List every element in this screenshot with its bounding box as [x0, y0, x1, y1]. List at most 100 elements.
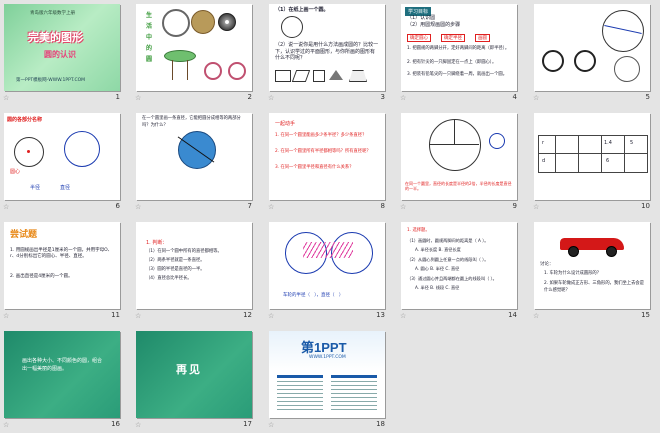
caption-part-b: ），直径（	[314, 293, 335, 298]
slide-17-star-icon[interactable]: ☆	[135, 421, 141, 429]
slide-thumb-9[interactable]: 在同一个圆里，直径的长度是半径的2倍，半径的长度是直径的一半。 ☆ 9	[397, 109, 527, 215]
slide-10-row-d: d	[542, 158, 546, 164]
shape-rect	[275, 70, 291, 82]
slide-2-number: 2	[247, 93, 252, 101]
slide-thumb-8[interactable]: 一起动手 1. 在同一个圆里能画多少条半径？多少条直径？ 2. 在同一个圆里所有…	[265, 109, 395, 215]
shape-square	[313, 70, 325, 82]
slide-18-canvas: 第1PPT WWW.1PPT.COM	[269, 331, 385, 418]
slide-5-star-icon[interactable]: ☆	[533, 94, 539, 102]
slide-7-line1: 在一个圆里画一条直径，它能把圆分成相等的两部分吗？为什么？	[142, 116, 241, 128]
slide-15-item-2: 2. 如果车轮做成正方形、三角形的，我们坐上去会是什么感觉呢？	[544, 281, 644, 293]
slide-7-star-icon[interactable]: ☆	[135, 203, 141, 211]
slide-11-star-icon[interactable]: ☆	[3, 312, 9, 320]
slide-10-number: 10	[641, 202, 650, 210]
slide-14-item-5: A. 圆心 B. 半径 C. 直径	[415, 266, 460, 271]
slide-17-text: 再见	[176, 363, 202, 376]
slide-9-canvas: 在同一个圆里，直径的长度是半径的2倍，半径的长度是直径的一半。	[401, 113, 517, 200]
slide-4-canvas: 学习目标 （1）认识圆 （2）用圆规画圆的步骤 确定圆心 确定半径 画圆 1. …	[401, 4, 517, 91]
slide-thumb-6[interactable]: 圆的各部分名称 圆心 半径 直径 ☆ 6	[0, 109, 130, 215]
slide-6-label-diameter: 直径	[60, 185, 71, 191]
slide-10-cell-1: 1.4	[604, 140, 612, 146]
slide-18-brand: 第1PPT	[301, 340, 347, 355]
slide-thumb-1[interactable]: 青岛版六年级数学上册 完美的图形 圆的认识 第一PPT模板网-WWW.1PPT.…	[0, 0, 130, 106]
slide-6-circle-2	[64, 131, 100, 167]
slide-thumb-7[interactable]: 在一个圆里画一条直径，它能把圆分成相等的两部分吗？为什么？ ☆ 7	[132, 109, 262, 215]
slide-12-item-2: （1）在同一个圆中所有的直径都相等。	[146, 249, 222, 254]
slide-18-bar-1	[277, 375, 323, 378]
slide-2-canvas: 生活中的圆	[136, 4, 252, 91]
slide-12-item-4: （3）圆的半径是直径的一半。	[146, 267, 205, 272]
car-wheel-front	[568, 246, 579, 257]
slide-6-star-icon[interactable]: ☆	[3, 203, 9, 211]
slide-12-item-1: 1. 判断：	[146, 240, 168, 246]
slide-18-number: 18	[376, 420, 385, 428]
slide-9-small-circle	[489, 133, 505, 149]
slide-8-item-1: 1. 在同一个圆里能画多少条半径？多少条直径？	[275, 133, 367, 138]
slide-15-star-icon[interactable]: ☆	[533, 312, 539, 320]
slide-16-text: 画出各种大小、不同颜色的圆，组合出一幅美丽的图画。	[22, 358, 103, 372]
slide-6-canvas: 圆的各部分名称 圆心 半径 直径	[4, 113, 120, 200]
slide-14-number: 14	[508, 311, 517, 319]
slide-14-canvas: 1. 选择题。 （1）画圆时，圆规两脚间的距离是（ A ）。 A. 半径长度 B…	[401, 222, 517, 309]
slide-16-star-icon[interactable]: ☆	[3, 421, 9, 429]
slide-12-star-icon[interactable]: ☆	[135, 312, 141, 320]
slide-11-item-1: 1. 用圆规画出半径是1厘米的一个圆，并用字母O、r、d分别标出它的圆心、半径、…	[10, 248, 113, 259]
slide-thumb-13[interactable]: 车轮的半径（ ），直径（ ） ☆ 13	[265, 218, 395, 324]
caption-part-c: ）	[338, 293, 344, 298]
slide-10-canvas: r d 1.4 5 6	[534, 113, 650, 200]
slide-thumb-11[interactable]: 尝试题 1. 用圆规画出半径是1厘米的一个圆，并用字母O、r、d分别标出它的圆心…	[0, 218, 130, 324]
slide-thumb-2[interactable]: 生活中的圆 ☆ 2	[132, 0, 262, 106]
slide-13-canvas: 车轮的半径（ ），直径（ ）	[269, 222, 385, 309]
slide-15-canvas: 讨论： 1. 车轮为什么设计成圆形的？ 2. 如果车轮做成正方形、三角形的，我们…	[534, 222, 650, 309]
slide-5-circle-small	[614, 56, 640, 82]
slide-18-star-icon[interactable]: ☆	[268, 421, 274, 429]
slide-12-number: 12	[243, 311, 252, 319]
slide-14-star-icon[interactable]: ☆	[400, 312, 406, 320]
slide-18-lines-2	[331, 381, 377, 411]
slide-thumb-12[interactable]: 1. 判断： （1）在同一个圆中所有的直径都相等。 （2）两条半径就是一条直径。…	[132, 218, 262, 324]
slide-2-star-icon[interactable]: ☆	[135, 94, 141, 102]
slide-8-head: 一起动手	[275, 121, 296, 127]
table-legs	[172, 60, 188, 80]
slide-10-star-icon[interactable]: ☆	[533, 203, 539, 211]
slide-16-number: 16	[111, 420, 120, 428]
slide-1-star-icon[interactable]: ☆	[3, 94, 9, 102]
slide-8-star-icon[interactable]: ☆	[268, 203, 274, 211]
slide-5-wheel-right	[574, 50, 596, 72]
slide-6-head: 圆的各部分名称	[7, 117, 43, 123]
shape-triangle	[329, 70, 343, 80]
slide-5-wheel-left	[542, 50, 564, 72]
slide-15-number: 15	[641, 311, 650, 319]
slide-thumb-15[interactable]: 讨论： 1. 车轮为什么设计成圆形的？ 2. 如果车轮做成正方形、三角形的，我们…	[530, 218, 660, 324]
caption-part-a: 车轮的半径（	[283, 293, 310, 298]
slide-9-star-icon[interactable]: ☆	[400, 203, 406, 211]
slide-thumb-16[interactable]: 画出各种大小、不同颜色的圆，组合出一幅美丽的图画。 ☆ 16	[0, 327, 130, 433]
slide-3-star-icon[interactable]: ☆	[268, 94, 274, 102]
slide-14-item-7: A. 半径 B. 线段 C. 直径	[415, 285, 460, 290]
slide-9-diameter	[429, 144, 479, 145]
slide-3-line1: （1）在纸上画一个圆。	[275, 7, 329, 13]
slide-1-footer: 第一PPT模板网-WWW.1PPT.COM	[16, 78, 86, 83]
slide-10-row-r: r	[542, 140, 545, 146]
slide-6-number: 6	[115, 202, 120, 210]
slide-14-item-4: （2）从圆心到圆上任意一点的线段叫（ ）。	[407, 257, 489, 262]
car-wheel-rear	[606, 246, 617, 257]
slide-4-tab-1: 确定圆心	[407, 34, 431, 42]
slide-thumb-18[interactable]: 第1PPT WWW.1PPT.COM ☆ 18	[265, 327, 395, 433]
slide-4-star-icon[interactable]: ☆	[400, 94, 406, 102]
slide-3-line2: （2）说一说你是用什么方法画成圆的？比较一下，认识学过的平面图形，与你所画的图形…	[275, 42, 379, 61]
slide-thumb-5[interactable]: ☆ 5	[530, 0, 660, 106]
slide-thumb-10[interactable]: r d 1.4 5 6 ☆ 10	[530, 109, 660, 215]
bicycle-wheel-left	[204, 62, 222, 80]
slide-thumb-14[interactable]: 1. 选择题。 （1）画圆时，圆规两脚间的距离是（ A ）。 A. 半径长度 B…	[397, 218, 527, 324]
slide-16-canvas: 画出各种大小、不同颜色的圆，组合出一幅美丽的图画。	[4, 331, 120, 418]
slide-thumb-4[interactable]: 学习目标 （1）认识圆 （2）用圆规画圆的步骤 确定圆心 确定半径 画圆 1. …	[397, 0, 527, 106]
slide-14-item-6: （3）通过圆心并且两端都在圆上的线段叫（ ）。	[407, 276, 497, 281]
slide-thumb-3[interactable]: （1）在纸上画一个圆。 （2）说一说你是用什么方法画成圆的？比较一下，认识学过的…	[265, 0, 395, 106]
slide-1-canvas: 青岛版六年级数学上册 完美的图形 圆的认识 第一PPT模板网-WWW.1PPT.…	[4, 4, 120, 91]
slide-9-number: 9	[512, 202, 517, 210]
slide-13-star-icon[interactable]: ☆	[268, 312, 274, 320]
slide-4-step-1: 1. 把圆规的两脚分开，定好两脚间的距离（即半径）。	[407, 46, 510, 51]
slide-thumb-17[interactable]: 再见 ☆ 17	[132, 327, 262, 433]
slide-18-lines-1	[277, 381, 323, 411]
